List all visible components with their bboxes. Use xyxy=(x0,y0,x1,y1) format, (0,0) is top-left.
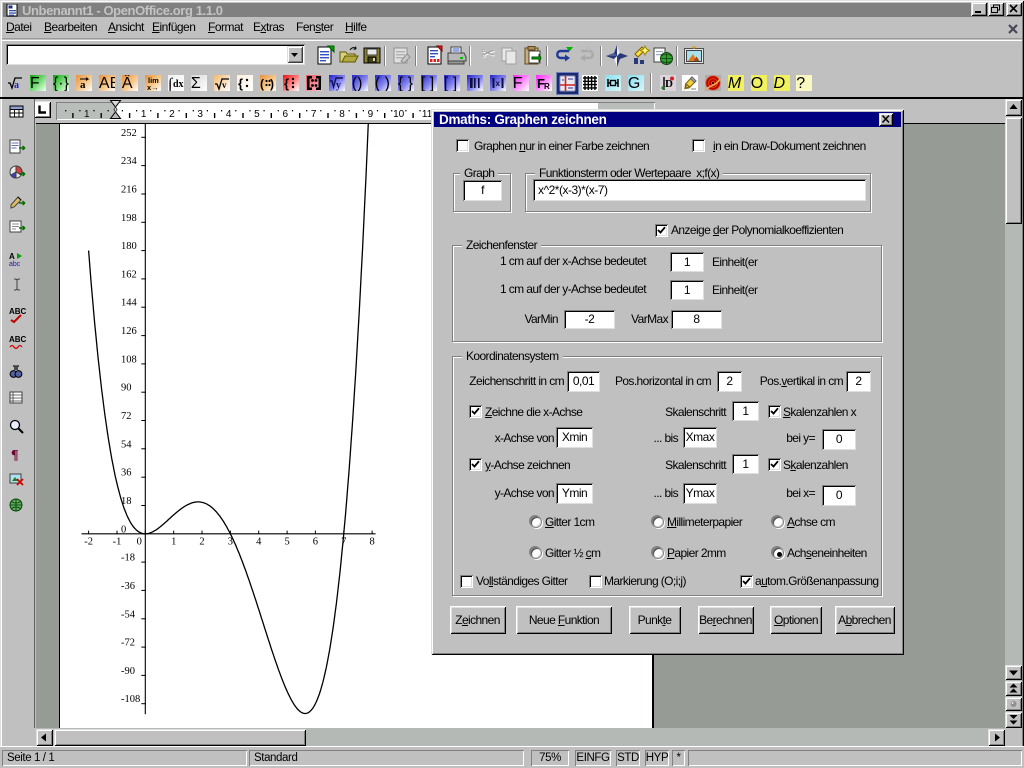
svg-text:0: 0 xyxy=(137,537,142,548)
svg-text:-2: -2 xyxy=(84,537,93,548)
svg-text:-18: -18 xyxy=(121,553,135,564)
svg-text:-72: -72 xyxy=(121,638,135,649)
svg-text:144: 144 xyxy=(121,298,138,309)
svg-text:-108: -108 xyxy=(121,694,140,705)
svg-text:108: 108 xyxy=(121,354,137,365)
svg-text:-1: -1 xyxy=(113,537,122,548)
svg-text:54: 54 xyxy=(121,439,132,450)
svg-text:-36: -36 xyxy=(121,581,135,592)
svg-text:1: 1 xyxy=(171,537,176,548)
svg-text:-90: -90 xyxy=(121,666,135,677)
svg-text:180: 180 xyxy=(121,241,137,252)
svg-text:234: 234 xyxy=(121,156,138,167)
svg-text:2: 2 xyxy=(199,537,204,548)
svg-text:90: 90 xyxy=(121,383,132,394)
svg-text:-54: -54 xyxy=(121,609,136,620)
svg-text:8: 8 xyxy=(369,537,374,548)
svg-text:252: 252 xyxy=(121,128,137,139)
svg-text:198: 198 xyxy=(121,213,137,224)
svg-text:216: 216 xyxy=(121,185,137,196)
svg-text:36: 36 xyxy=(121,468,132,479)
svg-text:4: 4 xyxy=(256,537,262,548)
svg-text:5: 5 xyxy=(284,537,289,548)
svg-text:72: 72 xyxy=(121,411,132,422)
svg-text:6: 6 xyxy=(313,537,318,548)
svg-text:162: 162 xyxy=(121,269,137,280)
svg-text:126: 126 xyxy=(121,326,137,337)
